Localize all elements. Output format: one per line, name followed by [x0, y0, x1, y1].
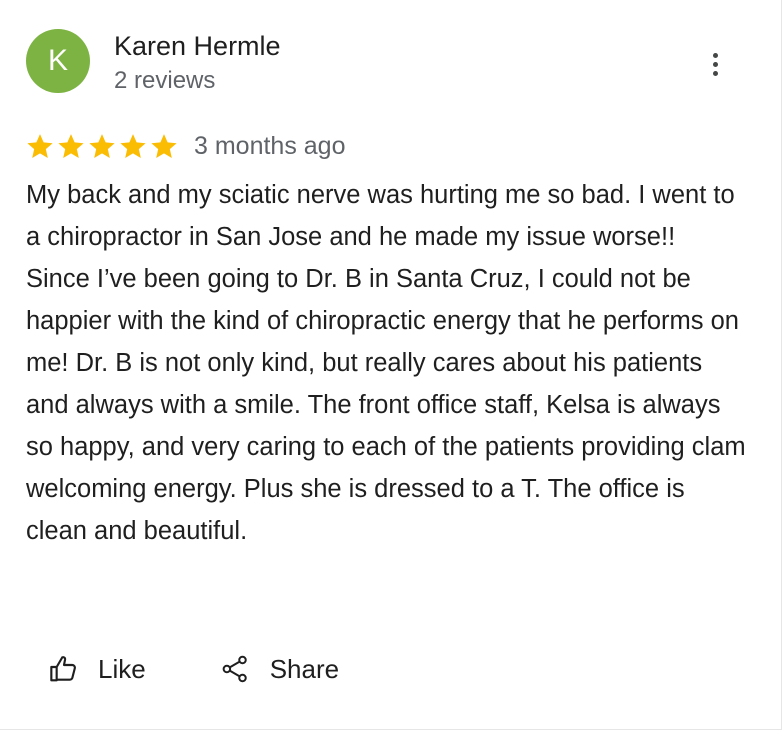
share-label: Share	[269, 653, 340, 684]
avatar-initial: K	[47, 44, 68, 77]
more-vert-icon	[712, 52, 718, 58]
reviewer-review-count[interactable]: 2 reviews	[114, 67, 215, 95]
more-options-button[interactable]	[700, 46, 730, 82]
review-date: 3 months ago	[194, 131, 346, 160]
reviewer-name[interactable]: Karen Hermle	[114, 31, 281, 62]
thumb-up-icon	[50, 656, 76, 682]
avatar[interactable]: K	[26, 29, 90, 93]
share-icon	[222, 655, 247, 683]
review-card: K Karen Hermle 2 reviews 3 months ago My…	[0, 0, 782, 730]
rating-row: 3 months ago	[26, 128, 346, 164]
star-icon	[27, 134, 53, 159]
like-label: Like	[98, 653, 146, 684]
star-icon	[120, 134, 146, 159]
share-button[interactable]: Share	[220, 654, 339, 685]
like-button[interactable]: Like	[48, 653, 146, 685]
review-text: My back and my sciatic nerve was hurting…	[26, 181, 746, 545]
star-rating	[26, 132, 178, 160]
star-icon	[58, 134, 84, 159]
review-actions: Like Share	[48, 646, 339, 692]
star-icon	[89, 134, 115, 159]
star-icon	[151, 134, 177, 159]
